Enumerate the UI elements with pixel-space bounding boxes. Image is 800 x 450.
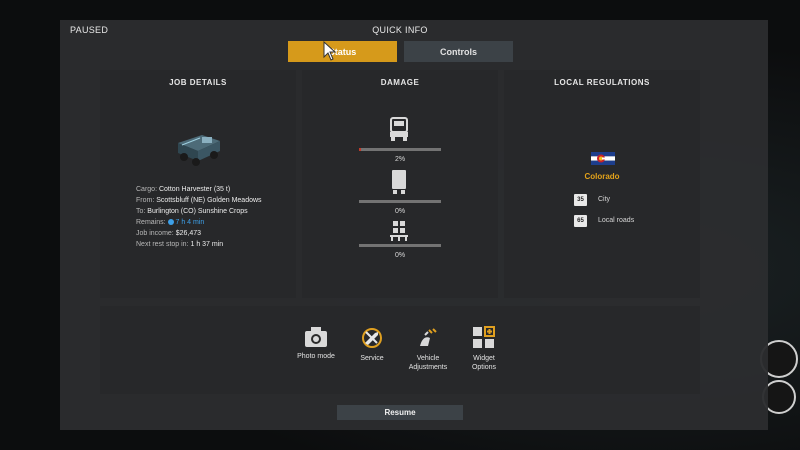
clock-icon: [167, 219, 174, 226]
tab-controls[interactable]: Controls: [404, 41, 513, 62]
widget-options-button[interactable]: Widget Options: [454, 326, 514, 372]
cargo-damage-percent: 0%: [394, 252, 406, 259]
page-title: QUICK INFO: [372, 25, 428, 35]
local-regulations-panel: LOCAL REGULATIONS Colorado 35 City 65 Lo…: [504, 70, 700, 298]
service-icon: [362, 328, 382, 348]
rest-label: Next rest stop in:: [136, 241, 189, 248]
rest-value: 1 h 37 min: [190, 241, 224, 248]
remains-value: 7 h 4 min: [175, 219, 205, 226]
damage-title: DAMAGE: [380, 78, 420, 87]
vehicle-adjustments-button[interactable]: Vehicle Adjustments: [398, 326, 458, 372]
cargo-damage-bar: [359, 244, 441, 247]
from-label: From:: [136, 197, 155, 204]
job-details-title: JOB DETAILS: [169, 78, 227, 87]
mouse-cursor-icon: [323, 41, 337, 61]
damage-panel: DAMAGE 2% 0% 0%: [302, 70, 498, 298]
widget-options-icon: [473, 326, 495, 348]
job-details-panel: JOB DETAILS Cargo: Cotton Harvester (35 …: [100, 70, 296, 298]
cargo-icon: [390, 221, 408, 241]
income-label: Job income:: [136, 230, 174, 237]
tab-status[interactable]: Status: [288, 41, 397, 62]
trailer-damage-percent: 0%: [394, 208, 406, 215]
cargo-value: Cotton Harvester (35 t): [158, 186, 231, 193]
service-button[interactable]: Service: [342, 326, 402, 363]
resume-button[interactable]: Resume: [337, 405, 463, 420]
camera-icon: [305, 327, 327, 347]
cargo-image: [178, 135, 220, 166]
trailer-damage-bar: [359, 200, 441, 203]
speed-limit-city-label: City: [598, 196, 611, 203]
truck-damage-percent: 2%: [394, 156, 406, 163]
truck-icon: [390, 117, 408, 141]
speed-limit-local-roads-badge: 65: [574, 215, 587, 227]
income-value: $26,473: [175, 230, 202, 237]
to-value: Burlington (CO) Sunshine Crops: [147, 208, 248, 215]
trailer-icon: [392, 170, 406, 194]
to-label: To:: [136, 208, 146, 215]
cargo-label: Cargo:: [136, 186, 158, 193]
vehicle-adjustments-icon: [420, 328, 437, 346]
widget-options-label: Widget Options: [471, 355, 497, 371]
service-label: Service: [360, 355, 384, 362]
state-name: Colorado: [584, 172, 620, 181]
job-info: Cargo: Cotton Harvester (35 t) From: Sco…: [136, 184, 262, 250]
vehicle-adjustments-label: Vehicle Adjustments: [408, 355, 448, 371]
truck-damage-bar: [359, 148, 441, 151]
photo-mode-button[interactable]: Photo mode: [286, 326, 346, 361]
photo-mode-label: Photo mode: [297, 353, 335, 360]
speed-limit-city-badge: 35: [574, 194, 587, 206]
colorado-flag-icon: [591, 152, 615, 165]
from-value: Scottsbluff (NE) Golden Meadows: [156, 197, 262, 204]
local-regulations-title: LOCAL REGULATIONS: [554, 78, 650, 87]
remains-label: Remains:: [136, 219, 166, 226]
speed-limit-local-roads-label: Local roads: [598, 217, 635, 224]
truck-damage-fill: [359, 148, 361, 151]
